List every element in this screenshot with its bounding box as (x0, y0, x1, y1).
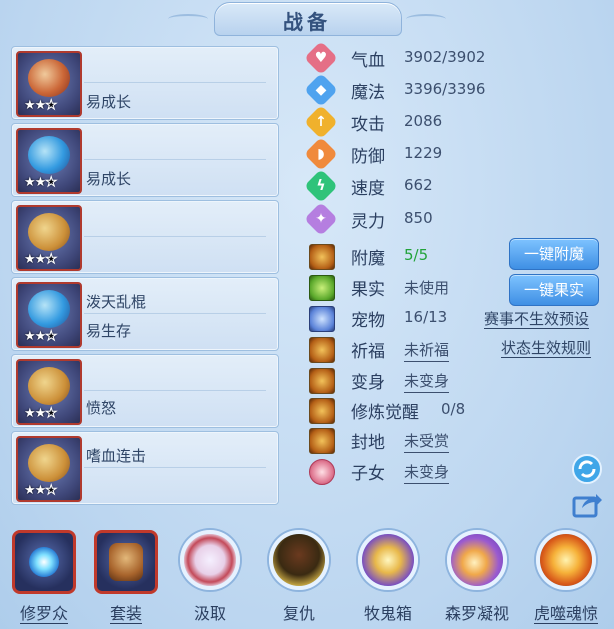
belt-icon: ★★★ (16, 359, 82, 425)
title-ornament-right (406, 14, 446, 24)
title-banner: 战备 (168, 2, 446, 36)
speed-icon: ϟ (304, 169, 338, 203)
event-preset-link[interactable]: 赛事不生效预设 (484, 310, 590, 329)
status-rules-link[interactable]: 状态生效规则 (501, 339, 592, 358)
weapon-icon: ★★★ (16, 51, 82, 117)
page-title: 战备 (283, 10, 331, 34)
star-rating: ★★★ (24, 406, 57, 422)
blessing-link[interactable]: 未祈福 (404, 339, 450, 362)
necklace-icon: ★★★ (16, 282, 82, 348)
mana-icon: ◆ (304, 73, 338, 107)
star-rating: ★★★ (24, 483, 57, 499)
armor-icon: ★★★ (16, 205, 82, 271)
row-children: 子女 未变身 (309, 458, 609, 486)
row-transform: 变身 未变身 (309, 367, 609, 395)
share-icon[interactable] (570, 488, 604, 522)
revenge-icon (269, 530, 329, 590)
title-ornament-left (168, 14, 208, 24)
refresh-icon[interactable] (570, 452, 604, 486)
tiger-soul-skill[interactable]: 虎噬魂惊 (532, 530, 600, 624)
suit-icon (94, 530, 158, 594)
tiger-soul-icon (536, 530, 596, 590)
shura-icon (12, 530, 76, 594)
equipment-slot-boots[interactable]: ★★★ 嗜血连击 (11, 431, 279, 505)
absorb-skill[interactable]: 汲取 (176, 530, 244, 623)
stat-speed: ϟ 速度 662 (304, 169, 609, 203)
heart-icon: ♥ (304, 41, 338, 75)
stat-mp: ◆ 魔法 3396/3396 (304, 73, 609, 107)
one-click-fruit-button[interactable]: 一键果实 (509, 274, 599, 306)
defense-icon: ◗ (304, 137, 338, 171)
attack-icon: ↑ (304, 105, 338, 139)
stat-defense: ◗ 防御 1229 (304, 137, 609, 171)
equipment-slot-helmet[interactable]: ★★★ 易成长 (11, 123, 279, 197)
blessing-icon (309, 337, 335, 363)
pet-icon (309, 306, 335, 332)
slot-effect: 愤怒 (86, 399, 117, 417)
star-rating: ★★★ (24, 329, 57, 345)
equipment-slot-weapon[interactable]: ★★★ 易成长 (11, 46, 279, 120)
children-icon (309, 459, 335, 485)
children-link[interactable]: 未变身 (404, 461, 450, 484)
transform-link[interactable]: 未变身 (404, 370, 450, 393)
slot-effect: 易生存 (86, 322, 132, 340)
stat-attack: ↑ 攻击 2086 (304, 105, 609, 139)
star-rating: ★★★ (24, 252, 57, 268)
helmet-icon: ★★★ (16, 128, 82, 194)
transform-icon (309, 368, 335, 394)
cultivation-icon (309, 398, 335, 424)
battle-prep-panel: 战备 ★★★ 易成长 ★★★ 易成长 ★★★ ★★★ 泼天乱棍 易生存 ★★★ … (0, 0, 614, 629)
equipment-slot-necklace[interactable]: ★★★ 泼天乱棍 易生存 (11, 277, 279, 351)
enchant-icon (309, 244, 335, 270)
boots-icon: ★★★ (16, 436, 82, 502)
fief-link[interactable]: 未受赏 (404, 430, 450, 453)
stat-hp: ♥ 气血 3902/3902 (304, 41, 609, 75)
fief-icon (309, 428, 335, 454)
spirit-icon: ✦ (304, 202, 338, 236)
revenge-skill[interactable]: 复仇 (265, 530, 333, 623)
star-rating: ★★★ (24, 175, 57, 191)
bottom-skill-bar: 修罗众 套装 汲取 复仇 牧鬼箱 森罗凝视 虎噬魂惊 (0, 520, 614, 629)
one-click-enchant-button[interactable]: 一键附魔 (509, 238, 599, 270)
equipment-slot-belt[interactable]: ★★★ 愤怒 (11, 354, 279, 428)
ghost-box-skill[interactable]: 牧鬼箱 (354, 530, 422, 623)
slot-name: 泼天乱棍 (86, 293, 147, 311)
fruit-icon (309, 275, 335, 301)
ghost-box-icon (358, 530, 418, 590)
suit-button[interactable]: 套装 (92, 530, 160, 624)
row-cultivation: 修炼觉醒 0/8 (309, 397, 609, 425)
star-rating: ★★★ (24, 98, 57, 114)
shura-button[interactable]: 修罗众 (10, 530, 78, 624)
gaze-icon (447, 530, 507, 590)
slot-name: 嗜血连击 (86, 447, 147, 465)
slot-effect: 易成长 (86, 93, 132, 111)
absorb-icon (180, 530, 240, 590)
equipment-slot-armor[interactable]: ★★★ (11, 200, 279, 274)
stat-spirit: ✦ 灵力 850 (304, 202, 609, 236)
gaze-skill[interactable]: 森罗凝视 (443, 530, 511, 623)
slot-effect: 易成长 (86, 170, 132, 188)
row-fief: 封地 未受赏 (309, 427, 609, 455)
